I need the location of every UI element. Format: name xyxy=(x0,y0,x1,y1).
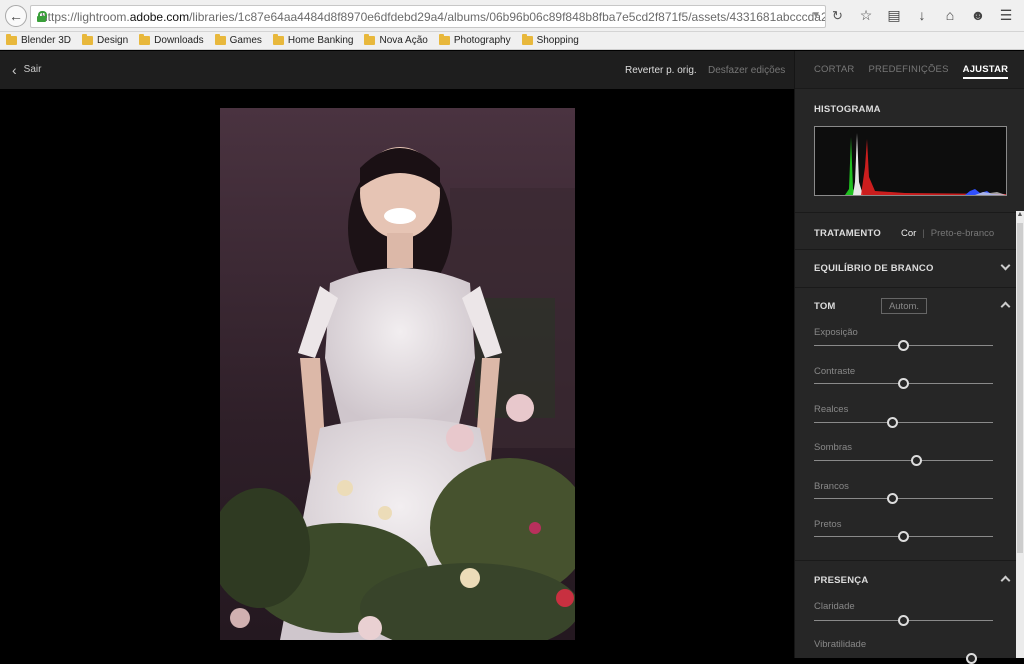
tab-adjust[interactable]: AJUSTAR xyxy=(962,64,1009,79)
clarity-label: Claridade xyxy=(814,601,855,612)
bookmark-home-banking[interactable]: Home Banking xyxy=(272,34,353,46)
scroll-up-icon[interactable]: ▲ xyxy=(1016,211,1024,221)
menu-icon[interactable]: ☰ xyxy=(998,6,1014,24)
chevron-left-icon: ‹ xyxy=(12,61,17,78)
presence-section: PRESENÇA Claridade Vibratilidade xyxy=(795,561,1017,664)
smiley-icon[interactable]: ☻ xyxy=(970,6,986,24)
photo-canvas xyxy=(0,89,794,658)
blacks-thumb[interactable] xyxy=(898,531,909,542)
treatment-row: TRATAMENTO Cor | Preto-e-branco xyxy=(795,213,1017,250)
white-balance-row[interactable]: EQUILÍBRIO DE BRANCO xyxy=(795,250,1017,288)
presence-title: PRESENÇA xyxy=(814,575,869,586)
exit-label: Sair xyxy=(23,64,42,75)
panel-scrollbar[interactable]: ▲ xyxy=(1016,211,1024,658)
url-path: /libraries/1c87e64aa4484d8f8970e6dfdebd2… xyxy=(189,9,826,24)
bookmark-downloads[interactable]: Downloads xyxy=(139,34,204,46)
highlights-label: Realces xyxy=(814,404,849,415)
histogram-graph xyxy=(845,133,1006,195)
tone-section: TOM Autom. Exposição Contraste Realces S… xyxy=(795,288,1017,561)
folder-icon xyxy=(438,34,450,45)
white-balance-title: EQUILÍBRIO DE BRANCO xyxy=(814,263,934,274)
url-prefix: https://lightroom. xyxy=(41,9,130,24)
history-dropdown-icon[interactable]: ▼ xyxy=(811,10,821,21)
folder-icon xyxy=(272,34,284,45)
auto-tone-button[interactable]: Autom. xyxy=(881,298,927,314)
treatment-color[interactable]: Cor xyxy=(901,228,916,239)
histogram-section: HISTOGRAMA xyxy=(795,89,1024,213)
folder-icon xyxy=(214,34,226,45)
exposure-thumb[interactable] xyxy=(898,340,909,351)
contrast-thumb[interactable] xyxy=(898,378,909,389)
contrast-label: Contraste xyxy=(814,366,856,377)
shadows-label: Sombras xyxy=(814,442,853,453)
browser-toolbar: ← https://lightroom. adobe.com/libraries/… xyxy=(0,0,1024,32)
panel-tabs: CORTAR PREDEFINIÇÕES AJUSTAR xyxy=(795,51,1024,89)
arrow-left-icon: ← xyxy=(9,7,23,24)
star-icon[interactable]: ☆ xyxy=(858,6,874,24)
photo-image xyxy=(220,108,575,640)
adjust-panel: CORTAR PREDEFINIÇÕES AJUSTAR HISTOGRAMA … xyxy=(794,51,1024,664)
bookmark-blender-3d[interactable]: Blender 3D xyxy=(6,34,71,46)
chevron-down-icon[interactable] xyxy=(1000,260,1011,271)
histogram-title: HISTOGRAMA xyxy=(814,104,881,115)
photo-preview[interactable] xyxy=(220,108,575,640)
treatment-title: TRATAMENTO xyxy=(814,228,881,239)
vibrance-thumb[interactable] xyxy=(966,653,978,664)
whites-label: Brancos xyxy=(814,481,849,492)
blacks-label: Pretos xyxy=(814,519,842,530)
chevron-up-icon[interactable] xyxy=(1000,575,1011,586)
bookmark-shopping[interactable]: Shopping xyxy=(521,34,579,46)
clarity-thumb[interactable] xyxy=(898,615,909,626)
exposure-label: Exposição xyxy=(814,327,858,338)
folder-icon xyxy=(364,34,376,45)
download-icon[interactable]: ↓ xyxy=(914,6,930,24)
revert-original-button[interactable]: Reverter p. orig. xyxy=(625,65,697,76)
scrollbar-thumb[interactable] xyxy=(1017,223,1023,553)
histogram xyxy=(814,126,1007,196)
browser-back-button[interactable]: ← xyxy=(5,4,27,27)
url-host: adobe.com xyxy=(129,9,190,24)
folder-icon xyxy=(82,34,94,45)
tone-title: TOM xyxy=(814,301,836,312)
shadows-slider[interactable] xyxy=(814,460,993,461)
whites-thumb[interactable] xyxy=(887,493,899,504)
home-icon[interactable]: ⌂ xyxy=(942,6,958,24)
bookmark-photography[interactable]: Photography xyxy=(438,34,511,46)
editor-topbar: ‹ Sair Reverter p. orig. Desfazer ediçõe… xyxy=(0,51,794,89)
treatment-options: Cor | Preto-e-branco xyxy=(901,228,994,239)
exit-button[interactable]: ‹ Sair xyxy=(12,61,42,78)
reading-list-icon[interactable]: ▤ xyxy=(886,6,902,24)
browser-actions: ☆ ▤ ↓ ⌂ ☻ ☰ xyxy=(858,6,1014,24)
bookmark-nova-acao[interactable]: Nova Ação xyxy=(364,34,428,46)
undo-edits-button[interactable]: Desfazer edições xyxy=(708,65,785,76)
tab-crop[interactable]: CORTAR xyxy=(814,64,854,75)
treatment-separator: | xyxy=(922,228,925,239)
chevron-up-icon[interactable] xyxy=(1000,301,1011,312)
bookmark-games[interactable]: Games xyxy=(214,34,262,46)
tab-presets[interactable]: PREDEFINIÇÕES xyxy=(868,64,948,75)
folder-icon xyxy=(6,34,17,45)
bookmark-design[interactable]: Design xyxy=(82,34,128,46)
address-bar[interactable]: https://lightroom. adobe.com/libraries/1c… xyxy=(30,5,826,28)
folder-icon xyxy=(521,34,533,45)
highlights-slider[interactable] xyxy=(814,422,993,423)
vibrance-label: Vibratilidade xyxy=(814,639,867,650)
whites-slider[interactable] xyxy=(814,498,993,499)
shadows-thumb[interactable] xyxy=(910,455,922,466)
highlights-thumb[interactable] xyxy=(887,417,899,428)
treatment-bw[interactable]: Preto-e-branco xyxy=(931,228,994,239)
folder-icon xyxy=(139,34,151,45)
reload-icon[interactable]: ↻ xyxy=(832,8,843,24)
bookmarks-bar: Blender 3D Design Downloads Games Home B… xyxy=(0,32,1024,50)
